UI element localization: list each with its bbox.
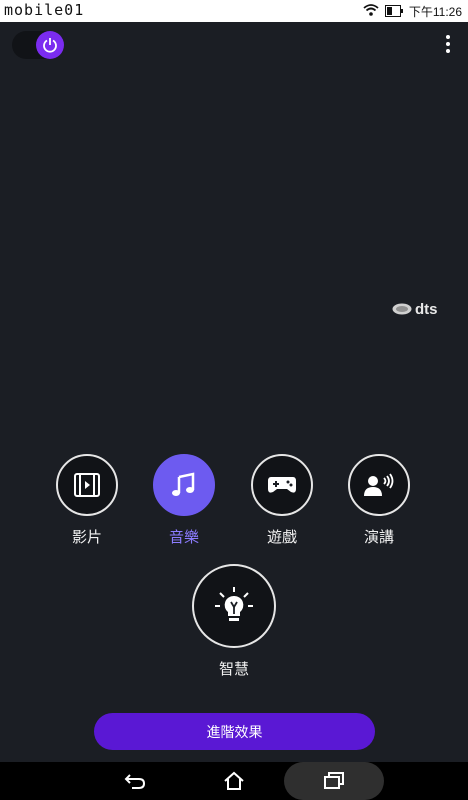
- mode-speech-button[interactable]: [348, 454, 410, 516]
- dts-logo: dts: [392, 300, 438, 318]
- gamepad-icon: [268, 477, 296, 493]
- movie-icon: [74, 473, 100, 497]
- status-icons: 下午11:26: [363, 2, 462, 20]
- mode-music-button[interactable]: [153, 454, 215, 516]
- advanced-effects-button[interactable]: 進階效果: [94, 713, 375, 750]
- home-icon[interactable]: [212, 762, 256, 800]
- power-icon: [36, 31, 64, 59]
- mode-speech-label: 演講: [363, 528, 394, 546]
- battery-icon: [384, 2, 403, 21]
- mode-movie-label: 影片: [71, 528, 102, 546]
- power-toggle[interactable]: [12, 31, 64, 59]
- recent-apps-icon[interactable]: [312, 762, 356, 800]
- speech-icon: [364, 473, 394, 496]
- mode-speech[interactable]: 演講: [348, 454, 410, 547]
- status-brand: mobile01: [4, 1, 85, 19]
- mode-music-label: 音樂: [168, 528, 199, 546]
- mode-game-button[interactable]: [251, 454, 313, 516]
- dts-logo-text: dts: [415, 300, 438, 318]
- wifi-icon: [363, 2, 379, 21]
- mode-smart[interactable]: 智慧: [192, 564, 276, 679]
- back-icon[interactable]: [114, 762, 156, 800]
- nav-bar: [0, 762, 468, 800]
- mode-game[interactable]: 遊戲: [251, 454, 313, 547]
- more-vert-icon[interactable]: [440, 35, 456, 57]
- status-time: 下午11:26: [408, 4, 462, 19]
- mode-smart-label: 智慧: [218, 660, 249, 678]
- mode-movie[interactable]: 影片: [56, 454, 118, 547]
- dts-disc-icon: [392, 303, 412, 315]
- status-bar: mobile01 下午11:26: [0, 0, 468, 22]
- mode-music[interactable]: 音樂: [153, 454, 215, 547]
- mode-game-label: 遊戲: [266, 528, 297, 546]
- lightbulb-icon: [215, 587, 253, 621]
- music-note-icon: [172, 472, 195, 496]
- mode-movie-button[interactable]: [56, 454, 118, 516]
- mode-smart-button[interactable]: [192, 564, 276, 648]
